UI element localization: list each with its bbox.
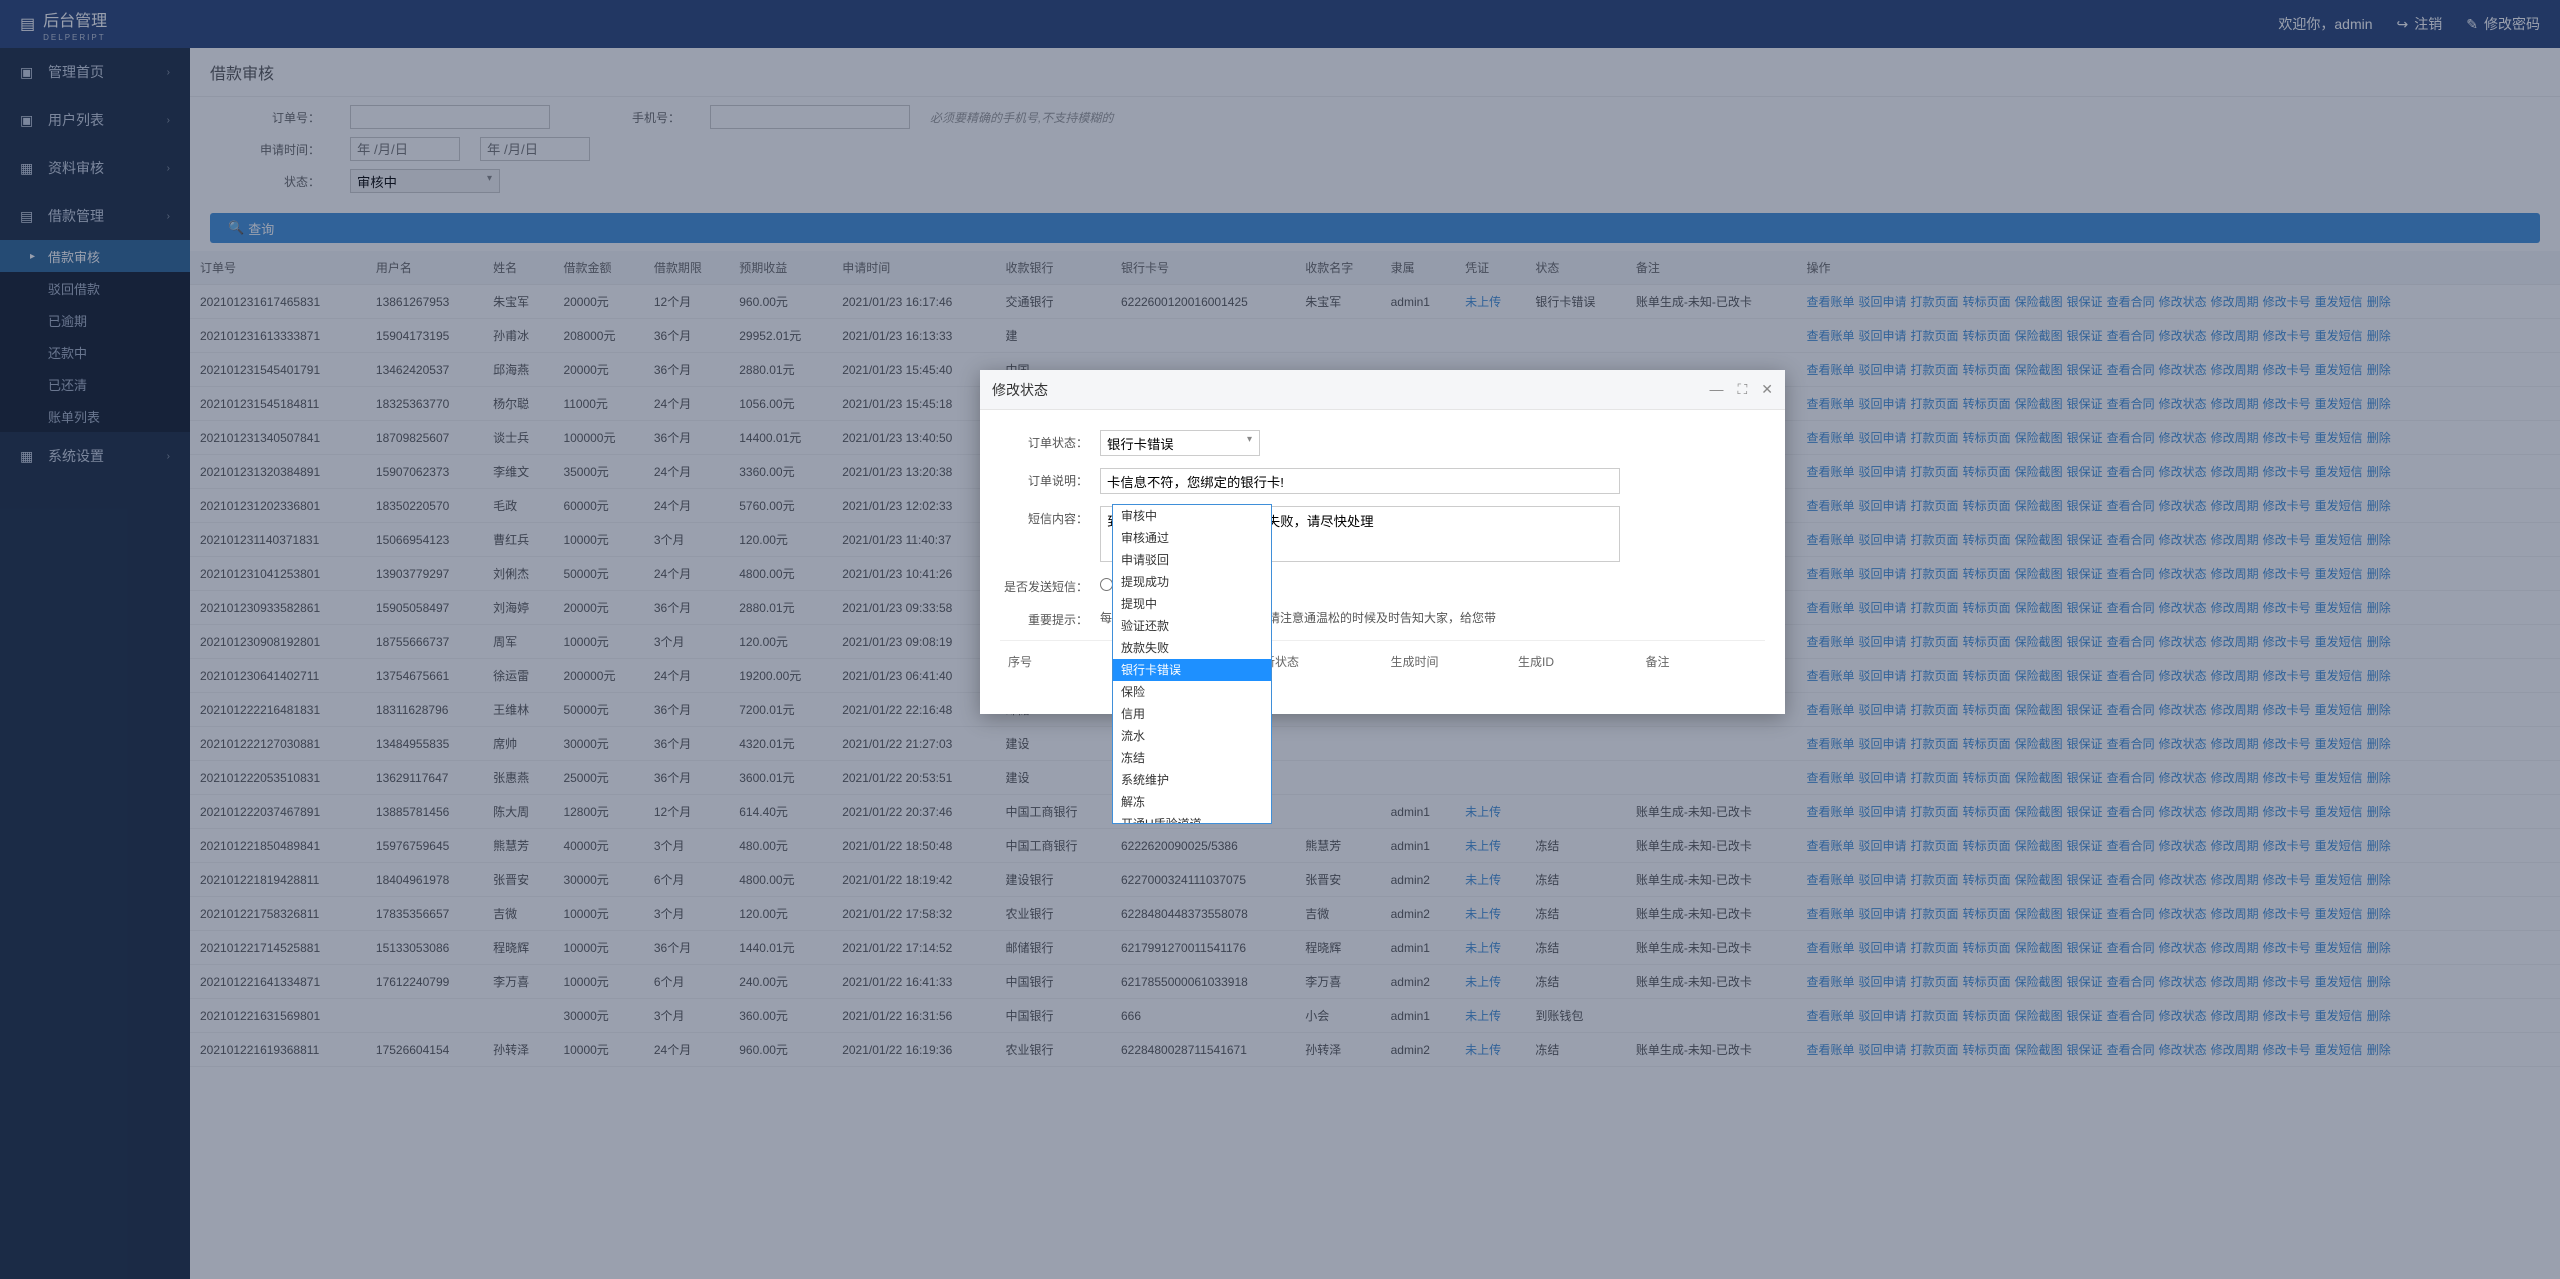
history-col: 生成时间 <box>1383 649 1511 674</box>
dropdown-option[interactable]: 申请驳回 <box>1113 549 1271 571</box>
dropdown-option[interactable]: 流水 <box>1113 725 1271 747</box>
dropdown-option[interactable]: 提现中 <box>1113 593 1271 615</box>
history-col: 备注 <box>1638 649 1766 674</box>
dropdown-option[interactable]: 保险 <box>1113 681 1271 703</box>
status-dropdown: 审核中审核通过申请驳回提现成功提现中验证还款放款失败银行卡错误保险信用流水冻结系… <box>1112 504 1272 824</box>
dropdown-option[interactable]: 审核中 <box>1113 505 1271 527</box>
maximize-icon[interactable]: ⛶ <box>1737 381 1747 398</box>
dropdown-option[interactable]: 审核通过 <box>1113 527 1271 549</box>
order-status-label: 订单状态： <box>1000 430 1100 451</box>
dropdown-option[interactable]: 冻结 <box>1113 747 1271 769</box>
history-col: 序号 <box>1000 649 1128 674</box>
history-col: 生成ID <box>1510 649 1638 674</box>
order-status-select[interactable] <box>1100 430 1260 456</box>
status-modal: 修改状态 — ⛶ ✕ 订单状态： 订单说明： 短信内容： 是否发送短信： 是 否 <box>980 370 1785 714</box>
modal-title: 修改状态 <box>992 380 1048 400</box>
dropdown-option[interactable]: 提现成功 <box>1113 571 1271 593</box>
order-desc-label: 订单说明： <box>1000 468 1100 489</box>
sms-content-label: 短信内容： <box>1000 506 1100 527</box>
send-sms-label: 是否发送短信： <box>1000 574 1100 595</box>
dropdown-option[interactable]: 信用 <box>1113 703 1271 725</box>
dropdown-option[interactable]: 验证还款 <box>1113 615 1271 637</box>
dropdown-option[interactable]: 放款失败 <box>1113 637 1271 659</box>
minimize-icon[interactable]: — <box>1709 381 1723 398</box>
dropdown-option[interactable]: 系统维护 <box>1113 769 1271 791</box>
dropdown-option[interactable]: 解冻 <box>1113 791 1271 813</box>
modal-titlebar[interactable]: 修改状态 — ⛶ ✕ <box>980 370 1785 410</box>
history-col: 新状态 <box>1255 649 1383 674</box>
tip-label: 重要提示： <box>1000 607 1100 628</box>
dropdown-option[interactable]: 开通U盾验道道 <box>1113 813 1271 824</box>
close-icon[interactable]: ✕ <box>1761 381 1773 398</box>
order-desc-input[interactable] <box>1100 468 1620 494</box>
dropdown-option[interactable]: 银行卡错误 <box>1113 659 1271 681</box>
